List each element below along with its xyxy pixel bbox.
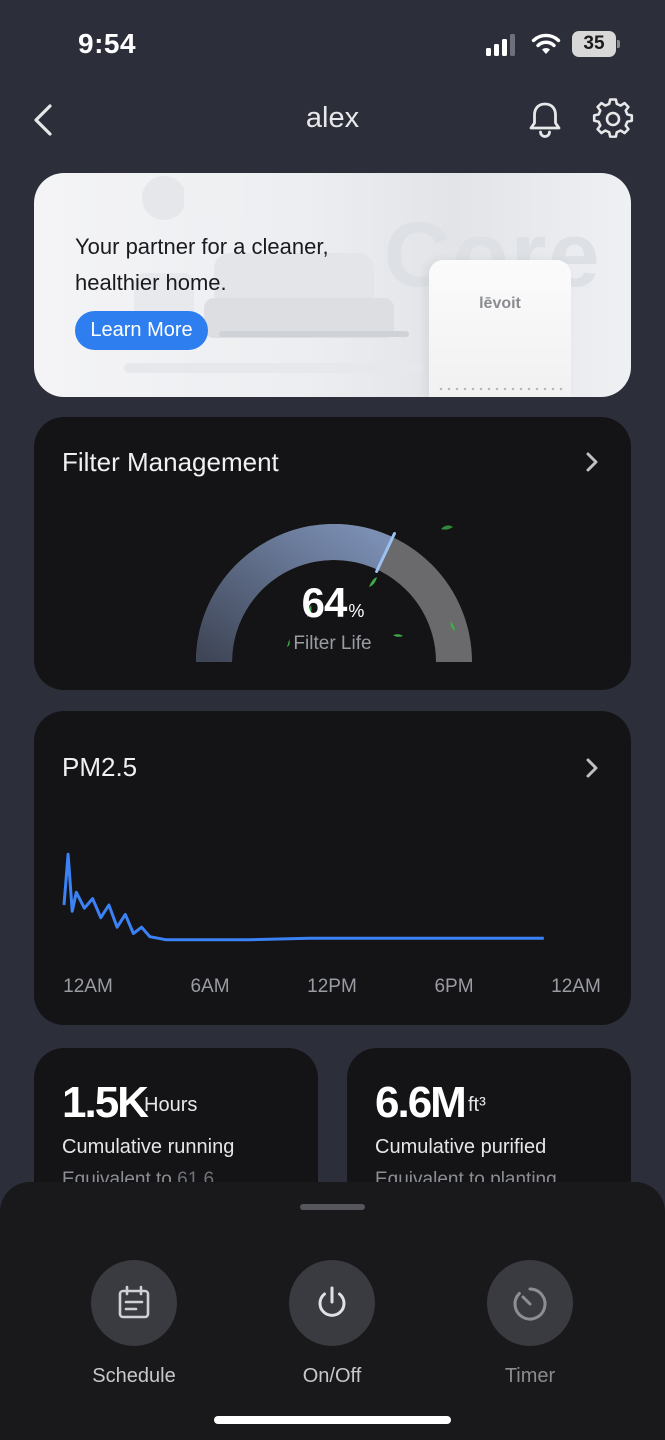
timer-control[interactable]: Timer (455, 1260, 605, 1390)
x-tick-label: 12AM (551, 976, 601, 997)
power-button[interactable] (289, 1260, 375, 1346)
filter-card-title: Filter Management (62, 447, 279, 477)
status-time: 9:54 (78, 28, 137, 59)
running-unit: Hours (144, 1094, 198, 1116)
purified-unit: ft³ (468, 1094, 486, 1116)
purified-description: Cumulative purified (375, 1136, 547, 1158)
home-indicator[interactable] (214, 1416, 451, 1424)
cellular-signal-icon (486, 34, 515, 56)
learn-more-button[interactable]: Learn More (75, 311, 208, 350)
timer-icon (513, 1287, 547, 1321)
pm25-card[interactable]: PM2.5 12AM 6AM 12PM 6PM 12AM (34, 711, 631, 1025)
wifi-icon (531, 33, 561, 54)
schedule-button[interactable] (91, 1260, 177, 1346)
sheet-grabber[interactable] (300, 1204, 365, 1210)
banner-headline-line1: Your partner for a cleaner, (75, 234, 329, 259)
promo-banner[interactable]: Core Your partner for a cleaner, healthi… (34, 173, 631, 397)
x-tick-label: 12PM (307, 976, 357, 997)
x-tick-label: 6AM (190, 976, 229, 997)
bell-icon[interactable] (524, 98, 566, 140)
schedule-label: Schedule (92, 1365, 176, 1387)
running-description: Cumulative running (62, 1136, 235, 1158)
gear-icon[interactable] (592, 98, 634, 140)
calendar-icon (118, 1285, 150, 1319)
onoff-label: On/Off (302, 1365, 362, 1387)
chevron-right-icon[interactable] (582, 450, 602, 474)
running-value: 1.5K (62, 1078, 149, 1127)
pm25-series-line (62, 852, 544, 942)
controls-sheet: Schedule On/Off Timer (0, 1182, 665, 1440)
battery-level: 35 (572, 31, 616, 57)
air-purifier-image: lēvoit (429, 260, 571, 397)
x-tick-label: 12AM (63, 976, 113, 997)
purified-value: 6.6M (375, 1078, 467, 1127)
x-tick-label: 6PM (434, 976, 473, 997)
battery-icon: 35 (572, 31, 620, 57)
nav-bar: alex (0, 90, 665, 150)
power-icon (318, 1286, 346, 1317)
schedule-control[interactable]: Schedule (59, 1260, 209, 1390)
pm25-chart: 12AM 6AM 12PM 6PM 12AM (62, 852, 601, 997)
status-bar: 9:54 35 (0, 0, 665, 90)
filter-life-label: Filter Life (293, 633, 372, 654)
banner-headline-line2: healthier home. (75, 270, 227, 295)
power-control[interactable]: On/Off (257, 1260, 407, 1390)
timer-button[interactable] (487, 1260, 573, 1346)
filter-management-card[interactable]: Filter Management 64% Filter Life (34, 417, 631, 690)
filter-life-value: 64% (301, 579, 365, 626)
banner-headline: Your partner for a cleaner, healthier ho… (75, 229, 395, 301)
timer-label: Timer (504, 1365, 556, 1387)
brand-logo: lēvoit (479, 295, 521, 312)
